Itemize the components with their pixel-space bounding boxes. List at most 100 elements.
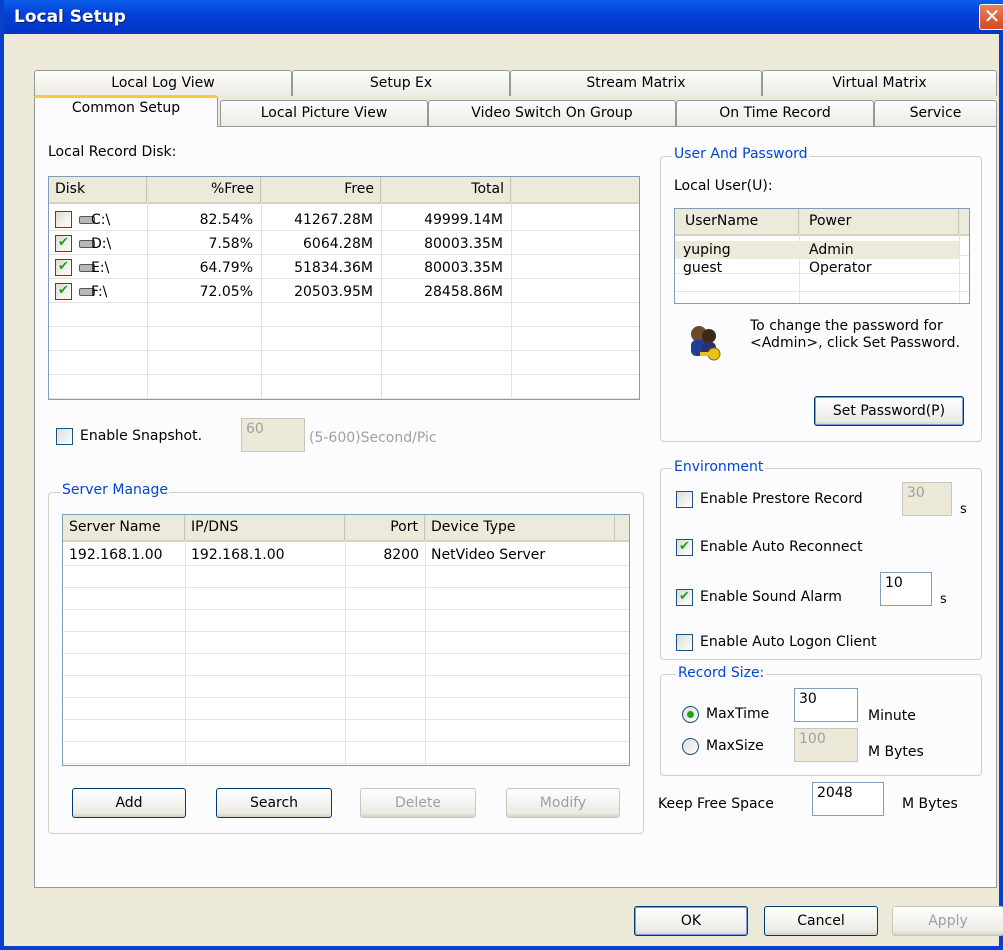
- tab-virtual-matrix[interactable]: Virtual Matrix: [762, 70, 997, 96]
- user-list[interactable]: UserName Power yuping Admin guest Operator: [674, 208, 970, 304]
- close-button[interactable]: ✕: [979, 4, 1003, 30]
- tab-on-time-record[interactable]: On Time Record: [676, 100, 874, 126]
- disk-checkbox[interactable]: ✔: [55, 259, 72, 276]
- tab-video-switch-on-group[interactable]: Video Switch On Group: [428, 100, 676, 126]
- table-cell: 64.79%: [199, 260, 253, 276]
- snapshot-hint: (5-600)Second/Pic: [309, 430, 437, 446]
- grid-line: [63, 741, 629, 742]
- column-header[interactable]: Total: [381, 177, 511, 202]
- table-cell: 72.05%: [199, 284, 253, 300]
- modify-button[interactable]: Modify: [506, 788, 620, 818]
- table-cell: NetVideo Server: [431, 547, 546, 563]
- enable-snapshot-checkbox[interactable]: [56, 428, 73, 445]
- disk-checkbox[interactable]: ✔: [55, 235, 72, 252]
- max-time-label: MaxTime: [706, 706, 770, 722]
- column-header[interactable]: Device Type: [425, 515, 615, 540]
- enable-snapshot-label: Enable Snapshot.: [80, 428, 203, 444]
- max-time-unit: Minute: [868, 708, 916, 724]
- table-cell: D:\: [91, 236, 112, 252]
- max-size-radio[interactable]: [682, 738, 699, 755]
- table-cell: 192.168.1.00: [69, 547, 163, 563]
- title-bar[interactable]: Local Setup ✕: [4, 0, 1003, 34]
- tab-common-setup[interactable]: Common Setup: [34, 95, 218, 127]
- local-user-label: Local User(U):: [674, 178, 773, 194]
- table-cell: F:\: [91, 284, 108, 300]
- table-row[interactable]: 192.168.1.00 192.168.1.00 8200 NetVideo Ser…: [63, 544, 629, 566]
- tab-setup-ex[interactable]: Setup Ex: [292, 70, 510, 96]
- server-list[interactable]: Server Name IP/DNS Port Device Type 192.…: [62, 514, 630, 766]
- tab-stream-matrix[interactable]: Stream Matrix: [510, 70, 762, 96]
- grid-line: [675, 291, 969, 292]
- max-size-input[interactable]: 100: [794, 728, 858, 762]
- table-row[interactable]: guest Operator: [675, 259, 959, 277]
- snapshot-interval-input[interactable]: 60: [241, 418, 305, 452]
- cancel-button[interactable]: Cancel: [764, 906, 878, 936]
- prestore-seconds-input[interactable]: 30: [902, 482, 952, 516]
- keep-free-space-label: Keep Free Space: [658, 796, 774, 812]
- sound-alarm-checkbox[interactable]: ✔: [676, 589, 693, 606]
- table-cell: guest: [683, 260, 723, 276]
- user-password-title: User And Password: [672, 146, 810, 162]
- tab-local-log-view[interactable]: Local Log View: [34, 70, 292, 96]
- grid-line: [49, 326, 639, 327]
- grid-line: [63, 697, 629, 698]
- server-list-header: Server Name IP/DNS Port Device Type: [63, 515, 629, 542]
- table-cell: 49999.14M: [424, 212, 503, 228]
- table-row[interactable]: ✔ E:\ 64.79% 51834.36M 80003.35M: [49, 257, 639, 279]
- auto-reconnect-checkbox[interactable]: ✔: [676, 539, 693, 556]
- column-header[interactable]: %Free: [147, 177, 261, 202]
- prestore-unit: s: [960, 502, 967, 517]
- grid-line: [63, 587, 629, 588]
- grid-line: [63, 719, 629, 720]
- delete-button[interactable]: Delete: [360, 788, 476, 818]
- auto-logon-checkbox[interactable]: [676, 634, 693, 651]
- password-info-text: To change the password for <Admin>, clic…: [750, 318, 960, 351]
- column-header[interactable]: IP/DNS: [185, 515, 345, 540]
- table-cell: 82.54%: [199, 212, 253, 228]
- server-manage-title: Server Manage: [60, 482, 170, 498]
- table-cell: yuping: [683, 242, 731, 258]
- table-cell: C:\: [91, 212, 111, 228]
- table-row[interactable]: ✔ F:\ 72.05% 20503.95M 28458.86M: [49, 281, 639, 303]
- grid-line: [49, 350, 639, 351]
- keep-free-space-input[interactable]: 2048: [812, 782, 884, 816]
- search-button[interactable]: Search: [216, 788, 332, 818]
- record-disk-list[interactable]: Disk %Free Free Total C:\ 82.54% 41267.28M…: [48, 176, 640, 400]
- apply-button[interactable]: Apply: [892, 906, 1003, 936]
- sound-alarm-seconds-input[interactable]: 10: [880, 572, 932, 606]
- add-button[interactable]: Add: [72, 788, 186, 818]
- disk-checkbox[interactable]: [55, 211, 72, 228]
- users-key-icon: [682, 322, 726, 366]
- table-cell: 6064.28M: [303, 236, 373, 252]
- set-password-button[interactable]: Set Password(P): [814, 396, 964, 426]
- max-time-radio[interactable]: [682, 706, 699, 723]
- table-cell: 192.168.1.00: [191, 547, 285, 563]
- table-cell: 80003.35M: [424, 236, 503, 252]
- max-time-input[interactable]: 30: [794, 688, 858, 722]
- ok-button[interactable]: OK: [634, 906, 748, 936]
- table-row[interactable]: C:\ 82.54% 41267.28M 49999.14M: [49, 209, 639, 231]
- tab-local-picture-view[interactable]: Local Picture View: [220, 100, 428, 126]
- local-record-disk-label: Local Record Disk:: [48, 144, 177, 160]
- tab-service[interactable]: Service: [874, 100, 997, 126]
- record-size-title: Record Size:: [676, 665, 767, 681]
- table-cell: 51834.36M: [294, 260, 373, 276]
- column-header[interactable]: Port: [345, 515, 425, 540]
- table-row[interactable]: ✔ D:\ 7.58% 6064.28M 80003.35M: [49, 233, 639, 255]
- max-size-label: MaxSize: [706, 738, 764, 754]
- table-cell: 7.58%: [208, 236, 253, 252]
- table-cell: 80003.35M: [424, 260, 503, 276]
- disk-checkbox[interactable]: ✔: [55, 283, 72, 300]
- column-header[interactable]: UserName: [675, 209, 799, 234]
- auto-reconnect-label: Enable Auto Reconnect: [700, 539, 863, 555]
- table-row[interactable]: yuping Admin: [675, 241, 959, 259]
- prestore-record-checkbox[interactable]: [676, 491, 693, 508]
- column-header[interactable]: Free: [261, 177, 381, 202]
- column-header[interactable]: Server Name: [63, 515, 185, 540]
- table-cell: 20503.95M: [294, 284, 373, 300]
- local-setup-window: Local Setup ✕ Local Log View Setup Ex St…: [0, 0, 1003, 950]
- column-header[interactable]: Power: [799, 209, 959, 234]
- table-cell: 8200: [383, 547, 419, 563]
- table-cell: Operator: [809, 260, 872, 276]
- column-header[interactable]: Disk: [49, 177, 147, 202]
